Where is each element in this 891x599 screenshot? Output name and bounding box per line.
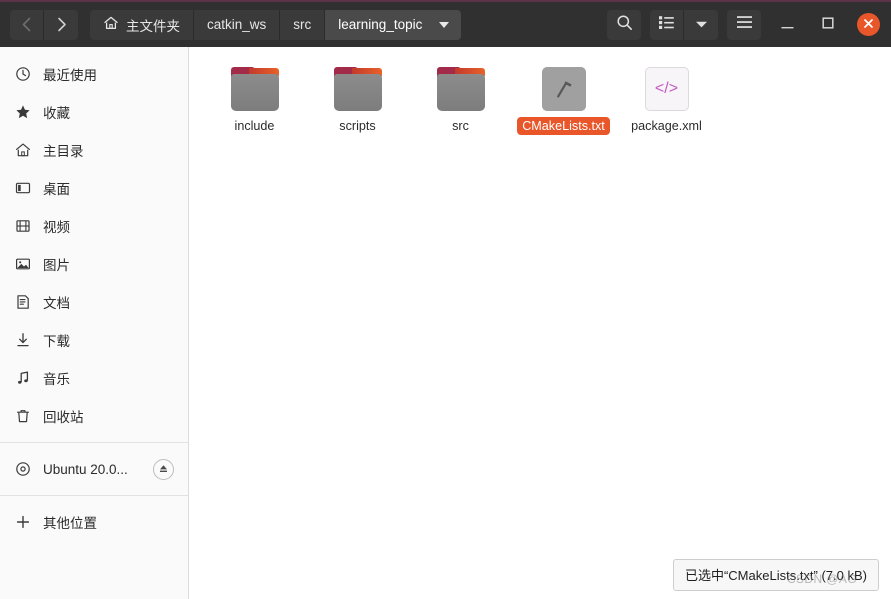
clock-icon — [14, 66, 31, 83]
main-menu-group — [727, 9, 761, 40]
sidebar-item-other-locations[interactable]: 其他位置 — [0, 503, 188, 541]
chevron-down-icon — [439, 21, 450, 28]
navigation-button-group — [10, 9, 78, 40]
view-list-icon — [658, 15, 675, 35]
file-name-label: src — [452, 119, 469, 133]
status-tooltip: 已选中“CMakeLists.txt” (7.0 kB) — [672, 559, 879, 591]
sidebar-item-videos[interactable]: 视频 — [0, 207, 188, 245]
sidebar-item-label: 视频 — [43, 220, 70, 235]
header-bar: 主文件夹 catkin_ws src learning_topic — [0, 0, 891, 47]
minimize-icon — [781, 16, 794, 34]
hamburger-menu-icon — [736, 15, 753, 34]
breadcrumb-label: catkin_ws — [207, 17, 267, 32]
breadcrumb-item-catkin-ws[interactable]: catkin_ws — [194, 9, 281, 40]
video-icon — [14, 218, 31, 235]
chevron-down-icon — [695, 16, 708, 34]
file-name-label: scripts — [339, 119, 376, 133]
sidebar-item-recent[interactable]: 最近使用 — [0, 55, 188, 93]
sidebar-divider — [0, 442, 188, 443]
sidebar-item-device-ubuntu[interactable]: Ubuntu 20.0... — [0, 450, 188, 488]
forward-button[interactable] — [44, 9, 78, 40]
sidebar-item-label: 回收站 — [43, 410, 84, 425]
view-controls-group — [650, 9, 718, 40]
file-name-label: include — [234, 119, 275, 133]
sidebar-item-trash[interactable]: 回收站 — [0, 397, 188, 435]
home-icon — [14, 142, 31, 159]
search-icon — [616, 14, 633, 36]
music-note-icon — [14, 370, 31, 387]
sidebar-item-label: 收藏 — [43, 106, 70, 121]
file-name-label: CMakeLists.txt — [517, 117, 610, 135]
sidebar-item-desktop[interactable]: 桌面 — [0, 169, 188, 207]
maximize-button[interactable] — [813, 10, 843, 40]
star-icon — [14, 104, 31, 121]
sidebar-item-label: 主目录 — [43, 144, 84, 159]
sidebar-item-label: 图片 — [43, 258, 70, 273]
main-menu-button[interactable] — [727, 9, 761, 40]
sidebar-item-label: 其他位置 — [43, 516, 97, 531]
maximize-icon — [822, 16, 834, 34]
file-grid: include scripts src CMakeLists.txt </> p… — [203, 61, 891, 143]
sidebar: 最近使用 收藏 主目录 桌面 视频 图片 文档 下载 音乐 回收站 Ubuntu… — [0, 47, 189, 599]
sidebar-item-label: 文档 — [43, 296, 70, 311]
file-list-area[interactable]: include scripts src CMakeLists.txt </> p… — [189, 47, 891, 599]
search-button-group — [607, 9, 641, 40]
sidebar-device-label: Ubuntu 20.0... — [43, 461, 128, 477]
folder-icon — [230, 67, 279, 111]
status-text: 已选中“CMakeLists.txt” (7.0 kB) — [684, 568, 867, 583]
build-hammer-icon — [541, 67, 586, 111]
home-icon — [103, 15, 119, 34]
breadcrumb: 主文件夹 catkin_ws src learning_topic — [90, 9, 462, 40]
breadcrumb-item-home[interactable]: 主文件夹 — [90, 9, 194, 40]
file-item[interactable]: src — [409, 61, 512, 143]
breadcrumb-label: 主文件夹 — [126, 18, 180, 34]
file-name-label: package.xml — [631, 119, 702, 133]
close-button[interactable] — [857, 13, 880, 36]
trash-icon — [14, 408, 31, 425]
window-body: 最近使用 收藏 主目录 桌面 视频 图片 文档 下载 音乐 回收站 Ubuntu… — [0, 47, 891, 599]
folder-icon — [333, 67, 382, 111]
sidebar-item-label: 音乐 — [43, 372, 70, 387]
sidebar-divider — [0, 495, 188, 496]
sidebar-item-documents[interactable]: 文档 — [0, 283, 188, 321]
code-glyph: </> — [654, 80, 679, 97]
search-button[interactable] — [607, 9, 641, 40]
breadcrumb-item-src[interactable]: src — [280, 9, 326, 40]
minimize-button[interactable] — [772, 10, 802, 40]
disc-icon — [14, 461, 31, 478]
folder-icon — [436, 67, 485, 111]
eject-button[interactable] — [153, 458, 174, 480]
download-icon — [14, 332, 31, 349]
code-file-icon: </> — [644, 67, 689, 111]
breadcrumb-label: src — [293, 17, 312, 32]
image-icon — [14, 256, 31, 273]
sidebar-item-label: 下载 — [43, 334, 70, 349]
view-options-button[interactable] — [684, 9, 718, 40]
sidebar-item-downloads[interactable]: 下载 — [0, 321, 188, 359]
file-item-selected[interactable]: CMakeLists.txt — [512, 61, 615, 143]
sidebar-item-pictures[interactable]: 图片 — [0, 245, 188, 283]
sidebar-item-label: 最近使用 — [43, 68, 97, 83]
document-icon — [14, 294, 31, 311]
sidebar-item-home[interactable]: 主目录 — [0, 131, 188, 169]
breadcrumb-item-learning-topic[interactable]: learning_topic — [325, 9, 462, 40]
desktop-icon — [14, 180, 31, 197]
back-button[interactable] — [10, 9, 44, 40]
eject-icon — [158, 462, 169, 477]
header-left-group: 主文件夹 catkin_ws src learning_topic — [10, 9, 462, 40]
header-right-group — [598, 9, 883, 40]
sidebar-item-music[interactable]: 音乐 — [0, 359, 188, 397]
breadcrumb-label: learning_topic — [338, 17, 423, 32]
file-item[interactable]: include — [203, 61, 306, 143]
plus-icon — [14, 514, 31, 531]
file-manager-window: 主文件夹 catkin_ws src learning_topic 最近使用 收… — [0, 0, 891, 599]
view-mode-button[interactable] — [650, 9, 684, 40]
file-item[interactable]: </> package.xml — [615, 61, 718, 143]
file-item[interactable]: scripts — [306, 61, 409, 143]
sidebar-item-label: 桌面 — [43, 182, 70, 197]
close-icon — [863, 16, 874, 34]
sidebar-item-starred[interactable]: 收藏 — [0, 93, 188, 131]
